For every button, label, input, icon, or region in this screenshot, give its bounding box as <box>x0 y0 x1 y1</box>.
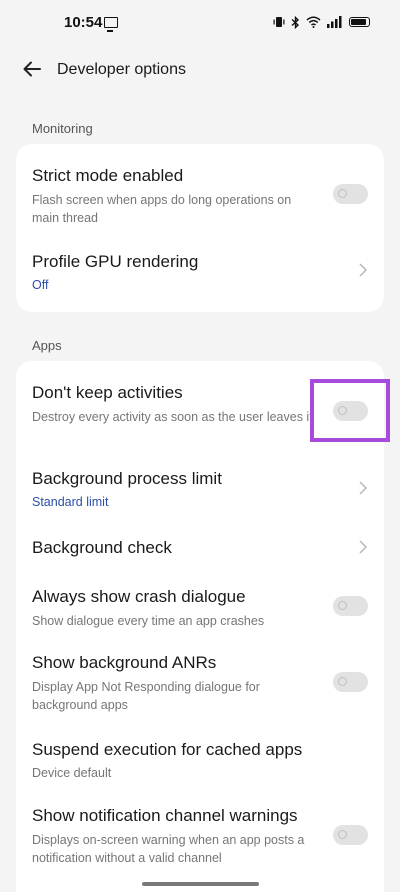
status-icons <box>273 14 370 30</box>
arrow-left-icon <box>22 61 42 82</box>
section-label-monitoring: Monitoring <box>32 121 93 136</box>
background-anrs-toggle[interactable] <box>333 672 368 692</box>
setting-value: Standard limit <box>32 495 109 509</box>
dont-keep-activities-toggle[interactable] <box>333 401 368 421</box>
setting-row-background-check[interactable]: Background check <box>16 521 384 577</box>
bluetooth-icon <box>291 15 300 29</box>
setting-description: Flash screen when apps do long operation… <box>32 193 292 225</box>
status-bar: 10:54 <box>0 0 400 46</box>
toggle-knob <box>338 830 347 839</box>
notification-channel-warnings-toggle[interactable] <box>333 825 368 845</box>
setting-title: Suspend execution for cached apps <box>32 740 303 759</box>
gesture-navigation-bar[interactable] <box>142 882 259 886</box>
app-bar: Developer options <box>0 48 400 94</box>
chevron-right-icon <box>358 480 368 496</box>
setting-title: Profile GPU rendering <box>32 252 199 271</box>
monitoring-card: Strict mode enabled Flash screen when ap… <box>16 144 384 312</box>
wifi-icon <box>306 16 321 28</box>
signal-icon <box>327 16 343 28</box>
setting-title: Background process limit <box>32 469 222 488</box>
setting-description: Device default <box>32 766 112 780</box>
setting-title: Strict mode enabled <box>32 166 184 185</box>
setting-value: Off <box>32 278 49 292</box>
setting-row-suspend-execution[interactable]: Suspend execution for cached apps Device… <box>16 733 384 801</box>
section-label-apps: Apps <box>32 338 62 353</box>
toggle-knob <box>338 601 347 610</box>
setting-description: Show dialogue every time an app crashes <box>32 614 265 628</box>
toggle-knob <box>338 677 347 686</box>
setting-description: Destroy every activity as soon as the us… <box>32 410 313 424</box>
setting-row-notification-channel-warnings[interactable]: Show notification channel warnings Displ… <box>16 801 384 892</box>
battery-fill <box>351 19 366 25</box>
status-time: 10:54 <box>64 14 103 31</box>
setting-row-profile-gpu[interactable]: Profile GPU rendering Off <box>16 244 384 312</box>
setting-title: Show notification channel warnings <box>32 806 298 825</box>
setting-title: Background check <box>32 538 172 557</box>
setting-description: Displays on-screen warning when an app p… <box>32 833 305 865</box>
chevron-right-icon <box>358 539 368 555</box>
chevron-right-icon <box>358 262 368 278</box>
screen-cast-icon <box>104 17 118 32</box>
back-button[interactable] <box>18 57 46 85</box>
setting-title: Always show crash dialogue <box>32 587 246 606</box>
apps-card: Don't keep activities Destroy every acti… <box>16 361 384 892</box>
strict-mode-toggle[interactable] <box>333 184 368 204</box>
setting-row-background-anrs[interactable]: Show background ANRs Display App Not Res… <box>16 647 384 733</box>
setting-title: Show background ANRs <box>32 653 217 672</box>
setting-title: Don't keep activities <box>32 383 183 402</box>
battery-icon <box>349 17 370 27</box>
setting-row-strict-mode[interactable]: Strict mode enabled Flash screen when ap… <box>16 144 384 244</box>
setting-row-dont-keep-activities[interactable]: Don't keep activities Destroy every acti… <box>16 361 384 455</box>
setting-row-crash-dialogue[interactable]: Always show crash dialogue Show dialogue… <box>16 577 384 647</box>
vibrate-icon <box>273 16 285 28</box>
toggle-knob <box>338 406 347 415</box>
setting-row-background-process-limit[interactable]: Background process limit Standard limit <box>16 455 384 521</box>
setting-description: Display App Not Responding dialogue for … <box>32 680 260 712</box>
crash-dialogue-toggle[interactable] <box>333 596 368 616</box>
page-title: Developer options <box>57 61 186 78</box>
toggle-knob <box>338 189 347 198</box>
